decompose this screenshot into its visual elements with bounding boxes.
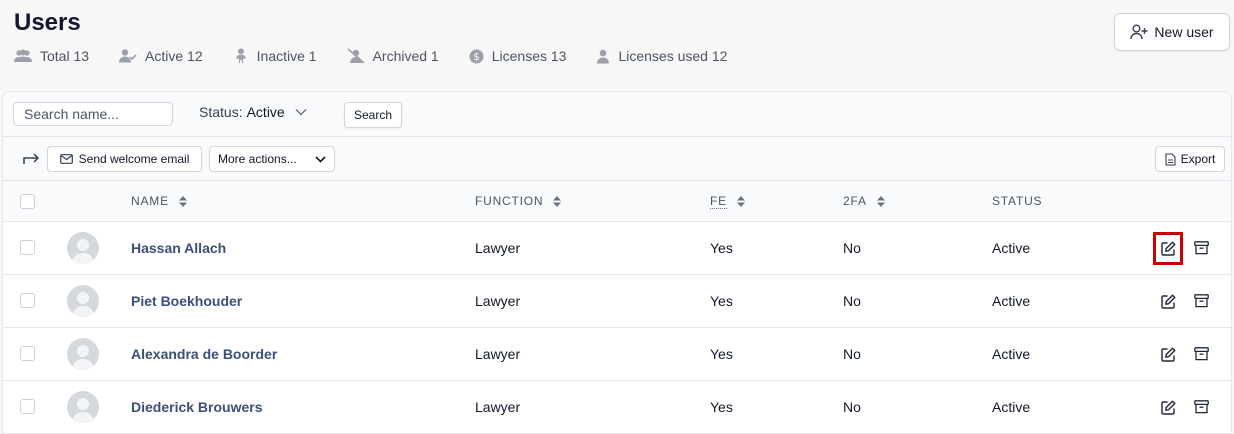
- user-plus-icon: [1130, 24, 1148, 40]
- stat-active: Active 12: [119, 48, 203, 64]
- user-fe: Yes: [710, 399, 733, 415]
- user-stats: Total 13 Active 12 Inactive 1 Archived 1…: [14, 48, 757, 64]
- select-all-checkbox[interactable]: [20, 194, 35, 209]
- more-actions-dropdown[interactable]: More actions...: [209, 146, 335, 172]
- row-checkbox[interactable]: [20, 399, 35, 414]
- row-checkbox[interactable]: [20, 240, 35, 255]
- user-slash-icon: [347, 48, 365, 64]
- users-icon: [14, 49, 32, 62]
- archive-button[interactable]: [1191, 238, 1211, 258]
- user-name-link[interactable]: Diederick Brouwers: [131, 399, 263, 415]
- sort-icon: [736, 196, 745, 207]
- sort-icon: [178, 195, 187, 207]
- table-header: NAME FUNCTION FE 2FA STATUS: [3, 181, 1231, 222]
- user-2fa: No: [843, 346, 861, 362]
- stat-licenses-used: Licenses used 12: [596, 48, 727, 64]
- user-status: Active: [992, 240, 1031, 256]
- dollar-circle-icon: $: [469, 49, 484, 63]
- stat-archived: Archived 1: [347, 48, 439, 64]
- status-filter-select[interactable]: Status: Active: [199, 104, 307, 120]
- avatar: [67, 285, 99, 317]
- new-user-button[interactable]: New user: [1114, 13, 1230, 51]
- envelope-icon: [59, 154, 73, 164]
- column-header-2fa[interactable]: 2FA: [843, 194, 885, 208]
- column-header-status: STATUS: [992, 194, 1043, 208]
- bulk-actions-bar: Send welcome email More actions... Expor…: [3, 137, 1231, 181]
- edit-button[interactable]: [1158, 344, 1178, 364]
- table-row: Piet Boekhouder Lawyer Yes No Active: [3, 275, 1231, 328]
- user-name-link[interactable]: Piet Boekhouder: [131, 293, 242, 309]
- user-function: Lawyer: [475, 240, 521, 256]
- stat-total: Total 13: [14, 48, 89, 64]
- archive-button[interactable]: [1191, 344, 1211, 364]
- stat-inactive: Inactive 1: [233, 48, 317, 64]
- user-2fa: No: [843, 240, 861, 256]
- table-row: Hassan Allach Lawyer Yes No Active: [3, 222, 1231, 275]
- row-checkbox[interactable]: [20, 346, 35, 361]
- user-name-link[interactable]: Hassan Allach: [131, 240, 226, 256]
- user-function: Lawyer: [475, 399, 521, 415]
- user-status: Active: [992, 293, 1031, 309]
- avatar: [67, 391, 99, 423]
- sort-icon: [876, 195, 885, 207]
- search-input[interactable]: [13, 102, 173, 126]
- avatar: [67, 232, 99, 264]
- archive-button[interactable]: [1191, 397, 1211, 417]
- table-row: Alexandra de Boorder Lawyer Yes No Activ…: [3, 328, 1231, 381]
- user-fe: Yes: [710, 240, 733, 256]
- document-icon: [1165, 152, 1176, 166]
- edit-icon: [1160, 241, 1175, 256]
- chevron-down-icon: [295, 108, 307, 116]
- send-welcome-email-button[interactable]: Send welcome email: [47, 146, 202, 172]
- user-function: Lawyer: [475, 346, 521, 362]
- user-status: Active: [992, 346, 1031, 362]
- edit-button[interactable]: [1158, 397, 1178, 417]
- table-row: Diederick Brouwers Lawyer Yes No Active: [3, 381, 1231, 433]
- default-avatar-icon: [72, 292, 94, 317]
- user-inactive-icon: [235, 48, 246, 63]
- user-fe: Yes: [710, 346, 733, 362]
- user-2fa: No: [843, 399, 861, 415]
- column-header-function[interactable]: FUNCTION: [475, 194, 562, 208]
- edit-icon: [1160, 294, 1175, 309]
- avatar: [67, 338, 99, 370]
- page-title: Users: [14, 9, 81, 36]
- edit-button[interactable]: [1158, 238, 1178, 258]
- archive-icon: [1193, 241, 1209, 255]
- edit-icon: [1160, 400, 1175, 415]
- user-2fa: No: [843, 293, 861, 309]
- archive-icon: [1193, 347, 1209, 361]
- page-header: Users Total 13 Active 12 Inactive 1 Arch…: [14, 8, 1234, 90]
- users-table-card: Status: Active Search Send welcome email…: [2, 91, 1232, 434]
- column-header-name[interactable]: NAME: [131, 194, 187, 208]
- user-status: Active: [992, 399, 1031, 415]
- user-function: Lawyer: [475, 293, 521, 309]
- user-check-icon: [119, 49, 137, 63]
- edit-button[interactable]: [1158, 291, 1178, 311]
- export-button[interactable]: Export: [1155, 146, 1225, 172]
- search-button[interactable]: Search: [344, 102, 402, 128]
- turn-right-arrow-icon: [23, 153, 40, 164]
- user-icon: [597, 49, 610, 63]
- user-fe: Yes: [710, 293, 733, 309]
- archive-button[interactable]: [1191, 291, 1211, 311]
- archive-icon: [1193, 294, 1209, 308]
- filter-bar: Status: Active Search: [3, 92, 1231, 137]
- default-avatar-icon: [72, 239, 94, 264]
- user-name-link[interactable]: Alexandra de Boorder: [131, 346, 277, 362]
- row-checkbox[interactable]: [20, 293, 35, 308]
- edit-icon: [1160, 347, 1175, 362]
- svg-text:$: $: [473, 52, 479, 63]
- default-avatar-icon: [72, 345, 94, 370]
- chevron-down-icon: [315, 155, 326, 163]
- column-header-fe[interactable]: FE: [710, 194, 745, 209]
- default-avatar-icon: [72, 398, 94, 423]
- stat-licenses: $ Licenses 13: [469, 48, 566, 64]
- sort-icon: [553, 195, 562, 207]
- archive-icon: [1193, 400, 1209, 414]
